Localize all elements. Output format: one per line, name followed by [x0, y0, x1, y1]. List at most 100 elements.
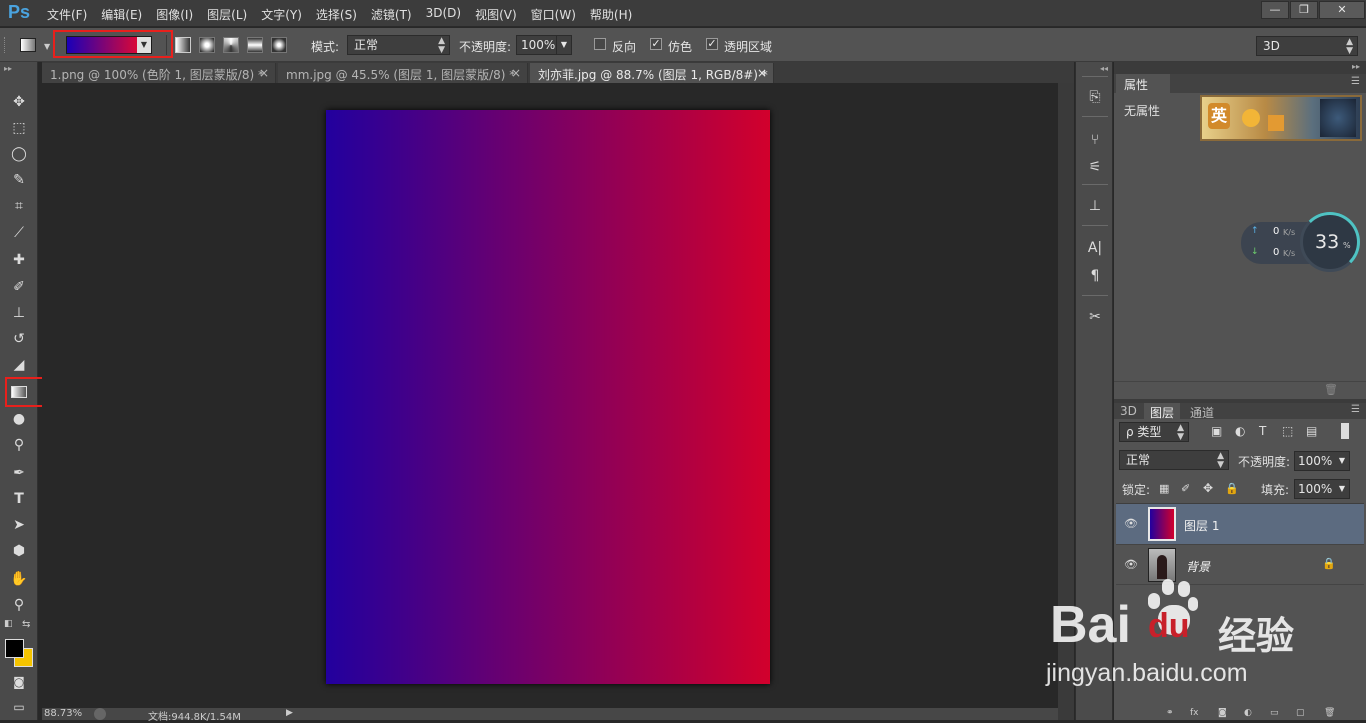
tool-presets-panel-icon[interactable]: ✂ [1084, 306, 1106, 328]
menu-window[interactable]: 窗口(W) [531, 6, 576, 23]
filter-smartobject-icon[interactable]: ▤ [1306, 424, 1317, 438]
angle-gradient-icon[interactable] [223, 37, 239, 53]
panel-menu-icon[interactable]: ☰ [1351, 404, 1360, 415]
brush-tool-icon[interactable]: ✐ [8, 276, 30, 298]
filter-pixel-icon[interactable]: ▣ [1211, 424, 1222, 438]
menu-edit[interactable]: 编辑(E) [101, 6, 142, 23]
layer-row-selected[interactable]: 👁 图层 1 [1116, 504, 1364, 544]
dither-checkbox[interactable]: ✓ [650, 38, 662, 50]
expand-arrows-icon[interactable]: ◂◂ [1100, 64, 1108, 73]
lasso-tool-icon[interactable]: ◯ [8, 143, 30, 165]
status-menu-arrow-icon[interactable]: ▶ [286, 708, 293, 718]
gradient-dropdown-icon[interactable]: ▼ [137, 37, 151, 53]
clone-source-panel-icon[interactable]: ⊥ [1084, 195, 1106, 217]
opacity-dropdown-icon[interactable]: ▼ [1335, 452, 1349, 470]
menu-select[interactable]: 选择(S) [316, 6, 357, 23]
new-layer-icon[interactable]: ▢ [1296, 708, 1305, 718]
fill-input[interactable]: 100% ▼ [1294, 479, 1350, 499]
close-icon[interactable]: × [511, 66, 521, 80]
eye-visibility-icon[interactable]: 👁 [1124, 517, 1138, 530]
filter-type-icon[interactable]: T [1259, 424, 1266, 438]
workspace-select[interactable]: 3D ▲ ▼ [1256, 36, 1358, 56]
zoom-level[interactable]: 88.73% [44, 708, 82, 719]
tab-document[interactable]: mm.jpg @ 45.5% (图层 1, 图层蒙版/8) * × [278, 63, 528, 83]
tab-channels[interactable]: 通道 [1190, 404, 1214, 421]
opacity-input[interactable]: 100% ▼ [516, 35, 572, 55]
menu-image[interactable]: 图像(I) [156, 6, 193, 23]
tab-document[interactable]: 1.png @ 100% (色阶 1, 图层蒙版/8) * × [42, 63, 276, 83]
close-icon[interactable]: × [259, 66, 269, 80]
tab-document-active[interactable]: 刘亦菲.jpg @ 88.7% (图层 1, RGB/8#) * × [530, 63, 774, 83]
filter-adjustment-icon[interactable]: ◐ [1235, 424, 1245, 438]
filter-shape-icon[interactable]: ⬚ [1282, 424, 1293, 438]
hand-tool-icon[interactable]: ✋ [8, 568, 30, 590]
transparency-checkbox[interactable]: ✓ [706, 38, 718, 50]
fx-icon[interactable]: fx [1190, 708, 1199, 718]
menu-view[interactable]: 视图(V) [475, 6, 517, 23]
blend-mode-select[interactable]: 正常 ▲ ▼ [1119, 450, 1229, 470]
delete-layer-icon[interactable]: 🗑 [1324, 708, 1335, 718]
move-tool-icon[interactable]: ✥ [8, 91, 30, 113]
layer-opacity-input[interactable]: 100% ▼ [1294, 451, 1350, 471]
path-select-icon[interactable]: ➤ [8, 514, 30, 536]
paragraph-panel-icon[interactable]: ¶ [1084, 265, 1106, 287]
status-info-icon[interactable] [94, 708, 106, 720]
menu-filter[interactable]: 滤镜(T) [371, 6, 412, 23]
swap-colors-icon[interactable]: ⇆ [22, 619, 30, 630]
menu-3d[interactable]: 3D(D) [426, 6, 461, 23]
dodge-tool-icon[interactable]: ⚲ [8, 434, 30, 456]
eraser-tool-icon[interactable]: ◢ [8, 354, 30, 376]
gradient-tool-icon[interactable] [8, 381, 30, 403]
default-colors-icon[interactable]: ◧ [4, 619, 13, 629]
screen-mode-icon[interactable]: ▭ [8, 696, 30, 718]
add-mask-icon[interactable]: ◙ [1218, 708, 1227, 718]
eyedropper-tool-icon[interactable]: ⟋ [8, 222, 30, 244]
zoom-tool-icon[interactable]: ⚲ [8, 594, 30, 616]
linear-gradient-icon[interactable] [175, 37, 191, 53]
opacity-dropdown-icon[interactable]: ▼ [556, 36, 571, 54]
blur-tool-icon[interactable]: ● [8, 408, 30, 430]
tool-preset-picker[interactable] [20, 36, 42, 54]
filter-toggle-icon[interactable] [1341, 423, 1349, 439]
tab-properties[interactable]: 属性 [1116, 74, 1170, 93]
restore-button[interactable]: ❐ [1290, 1, 1318, 19]
radial-gradient-icon[interactable] [199, 37, 215, 53]
quick-mask-icon[interactable]: ◙ [8, 671, 30, 693]
layer-name[interactable]: 背景 [1186, 558, 1210, 575]
adjustments-panel-icon[interactable]: ⚟ [1084, 156, 1106, 178]
link-layers-icon[interactable]: ⚭ [1166, 708, 1174, 718]
foreground-color-swatch[interactable] [5, 639, 24, 658]
collapse-arrows-icon[interactable]: ▸▸ [1352, 62, 1360, 71]
layer-filter-select[interactable]: ρ 类型 ▲ ▼ [1119, 422, 1189, 442]
close-button[interactable]: ✕ [1319, 1, 1365, 19]
adjustment-layer-icon[interactable]: ◐ [1244, 708, 1252, 718]
menu-layer[interactable]: 图层(L) [207, 6, 247, 23]
collapse-arrows-icon[interactable]: ▸▸ [4, 64, 12, 73]
minimize-button[interactable]: — [1261, 1, 1289, 19]
document-canvas[interactable] [326, 110, 770, 684]
close-icon[interactable]: × [757, 66, 767, 80]
lock-paint-icon[interactable]: ✐ [1181, 482, 1190, 495]
mode-select[interactable]: 正常 ▲ ▼ [347, 35, 450, 55]
history-panel-icon[interactable]: ⎘ [1084, 86, 1106, 108]
reflected-gradient-icon[interactable] [247, 37, 263, 53]
advertisement-banner[interactable]: 英 [1200, 95, 1362, 141]
menu-file[interactable]: 文件(F) [47, 6, 87, 23]
eye-visibility-icon[interactable]: 👁 [1124, 558, 1138, 571]
fill-dropdown-icon[interactable]: ▼ [1335, 480, 1349, 498]
menu-help[interactable]: 帮助(H) [590, 6, 632, 23]
tab-3d[interactable]: 3D [1120, 404, 1137, 418]
gradient-editor-swatch[interactable]: ▼ [66, 36, 152, 54]
menu-type[interactable]: 文字(Y) [261, 6, 302, 23]
lock-position-icon[interactable]: ✥ [1203, 481, 1213, 495]
marquee-tool-icon[interactable]: ⬚ [8, 117, 30, 139]
stamp-tool-icon[interactable]: ⊥ [8, 302, 30, 324]
type-tool-icon[interactable]: T [8, 488, 30, 510]
crop-tool-icon[interactable]: ⌗ [8, 195, 30, 217]
new-group-icon[interactable]: ▭ [1270, 708, 1279, 718]
layer-name[interactable]: 图层 1 [1184, 517, 1219, 534]
chevron-down-icon[interactable]: ▼ [44, 42, 50, 51]
brush-panel-icon[interactable]: ⑂ [1084, 129, 1106, 151]
reverse-checkbox[interactable] [594, 38, 606, 50]
pen-tool-icon[interactable]: ✒ [8, 462, 30, 484]
